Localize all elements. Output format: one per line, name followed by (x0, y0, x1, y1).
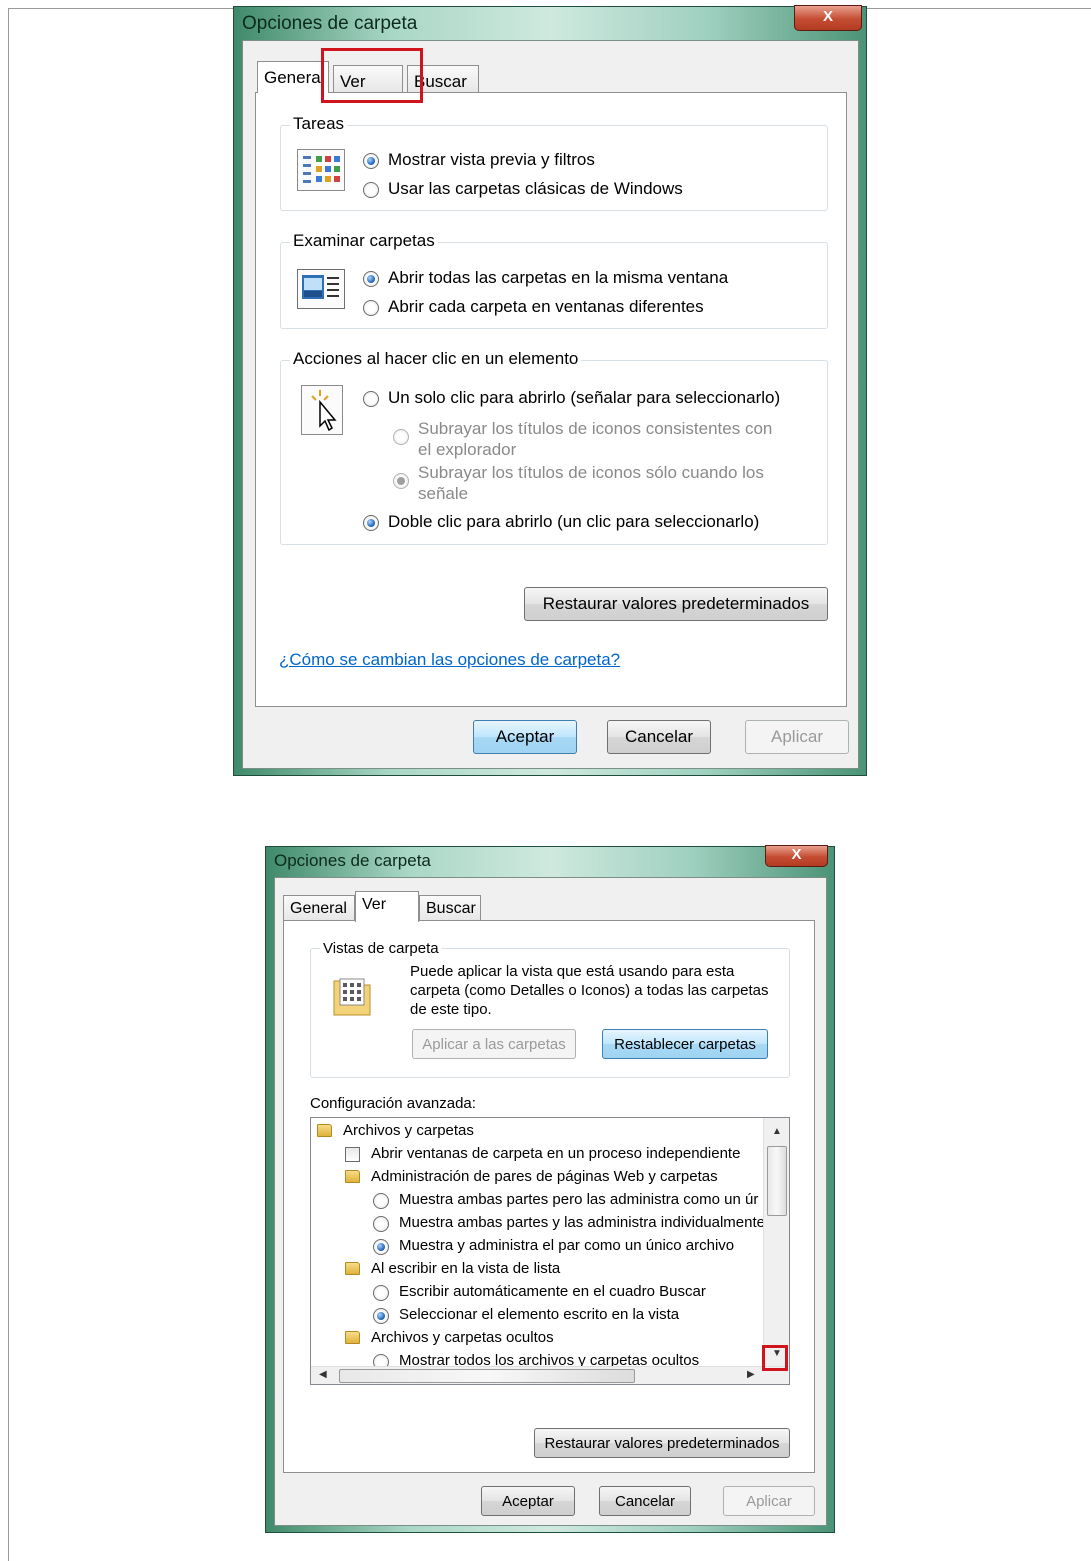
tree-item-label: Al escribir en la vista de lista (371, 1260, 561, 1277)
ok-button[interactable]: Aceptar (481, 1486, 575, 1516)
restore-defaults-button[interactable]: Restaurar valores predeterminados (524, 587, 828, 621)
tree-item[interactable]: Muestra ambas partes y las administra in… (311, 1212, 765, 1235)
folder-options-window-general: Opciones de carpeta X General Ver Buscar… (233, 5, 867, 776)
radio-show-preview[interactable] (363, 153, 379, 169)
tab-panel-ver: Vistas de carpeta Puede aplicar la vista… (283, 920, 815, 1473)
tab-buscar[interactable]: Buscar (419, 895, 481, 921)
restore-defaults-button[interactable]: Restaurar valores predeterminados (534, 1428, 790, 1458)
radio-classic-folders[interactable] (363, 182, 379, 198)
apply-button[interactable]: Aplicar (745, 720, 849, 754)
tab-panel-general: Tareas Mostrar vista previa y filtros Us… (255, 92, 847, 707)
radio-underline-always[interactable] (393, 429, 409, 445)
help-link[interactable]: ¿Cómo se cambian las opciones de carpeta… (279, 650, 620, 670)
setting-radio[interactable] (373, 1308, 389, 1324)
tree-item-label: Abrir ventanas de carpeta en un proceso … (371, 1145, 741, 1162)
folder-icon (317, 1124, 332, 1137)
tree-item[interactable]: Escribir automáticamente en el cuadro Bu… (311, 1281, 761, 1304)
browse-folders-icon (297, 269, 345, 309)
tab-general[interactable]: General (257, 61, 329, 93)
window-title: Opciones de carpeta (274, 851, 431, 870)
radio-new-window-label: Abrir cada carpeta en ventanas diferente… (388, 297, 704, 316)
radio-underline-hover[interactable] (393, 473, 409, 489)
radio-single-click[interactable] (363, 391, 379, 407)
vertical-scroll-thumb[interactable] (767, 1146, 787, 1216)
horizontal-scroll-thumb[interactable] (339, 1369, 635, 1383)
folder-icon (345, 1170, 360, 1183)
tasks-preview-icon (297, 149, 345, 191)
tree-item[interactable]: Al escribir en la vista de lista (311, 1258, 761, 1281)
setting-checkbox[interactable] (345, 1147, 360, 1162)
title-bar[interactable]: Opciones de carpeta X (234, 5, 866, 39)
setting-radio[interactable] (373, 1193, 389, 1209)
tree-item-label: Administración de pares de páginas Web y… (371, 1168, 718, 1185)
folder-options-window-ver: Opciones de carpeta X General Ver Buscar… (265, 845, 835, 1533)
dialog-client: General Ver Buscar Tareas Mostrar vista … (242, 40, 859, 769)
advanced-settings-tree[interactable]: Archivos y carpetas Abrir ventanas de car… (310, 1117, 790, 1385)
ok-button[interactable]: Aceptar (473, 720, 577, 754)
tree-item[interactable]: Archivos y carpetas ocultos (311, 1327, 761, 1350)
setting-radio[interactable] (373, 1285, 389, 1301)
radio-underline-hover-label-line1: Subrayar los títulos de iconos sólo cuan… (418, 463, 764, 482)
radio-underline-always-label-line1: Subrayar los títulos de iconos consisten… (418, 419, 773, 438)
tree-item[interactable]: Administración de pares de páginas Web y… (311, 1166, 761, 1189)
tree-item[interactable]: Seleccionar el elemento escrito en la vi… (311, 1304, 761, 1327)
scroll-right-arrow-icon[interactable]: ▶ (747, 1369, 755, 1380)
tree-item-label: Muestra y administra el par como un únic… (399, 1237, 735, 1254)
apply-button[interactable]: Aplicar (723, 1486, 815, 1516)
group-vistas-label: Vistas de carpeta (320, 940, 442, 957)
tab-ver[interactable]: Ver (355, 891, 419, 922)
vertical-scrollbar[interactable]: ▲ ▼ (763, 1118, 789, 1366)
scroll-up-arrow-icon[interactable]: ▲ (772, 1126, 782, 1137)
folder-icon (345, 1262, 360, 1275)
tree-item-label: Seleccionar el elemento escrito en la vi… (399, 1306, 680, 1323)
radio-underline-always-label-line2: el explorador (418, 440, 517, 459)
reset-folders-button[interactable]: Restablecer carpetas (602, 1029, 768, 1059)
vistas-description-line1: Puede aplicar la vista que está usando p… (410, 963, 735, 980)
close-button[interactable]: X (794, 5, 862, 31)
advanced-settings-label: Configuración avanzada: (310, 1095, 476, 1112)
highlight-ver-tab (321, 48, 423, 103)
group-acciones-label: Acciones al hacer clic en un elemento (290, 349, 582, 369)
vistas-description-line3: de este tipo. (410, 1001, 492, 1018)
radio-show-preview-label: Mostrar vista previa y filtros (388, 150, 595, 169)
tab-general[interactable]: General (283, 895, 355, 921)
tree-item-label: Archivos y carpetas ocultos (371, 1329, 554, 1346)
tree-item-label: Archivos y carpetas (343, 1122, 474, 1139)
radio-same-window-label: Abrir todas las carpetas en la misma ven… (388, 268, 729, 287)
tree-item-label: Muestra ambas partes pero las administra… (399, 1191, 759, 1208)
group-tareas-label: Tareas (290, 114, 348, 134)
tree-item[interactable]: Abrir ventanas de carpeta en un proceso … (311, 1143, 761, 1166)
folder-icon (345, 1331, 360, 1344)
cancel-button[interactable]: Cancelar (607, 720, 711, 754)
tree-item-label: Muestra ambas partes y las administra in… (399, 1214, 765, 1231)
click-action-icon (301, 385, 343, 435)
apply-to-folders-button[interactable]: Aplicar a las carpetas (412, 1029, 576, 1059)
title-bar[interactable]: Opciones de carpeta X (266, 845, 834, 879)
tree-item[interactable]: Muestra ambas partes pero las administra… (311, 1189, 761, 1212)
vistas-description-line2: carpeta (como Detalles o Iconos) a todas… (410, 982, 769, 999)
tree-item[interactable]: Muestra y administra el par como un únic… (311, 1235, 761, 1258)
tree-item-label: Escribir automáticamente en el cuadro Bu… (399, 1283, 706, 1300)
scroll-left-arrow-icon[interactable]: ◀ (319, 1369, 327, 1380)
highlight-scroll-down (762, 1345, 788, 1371)
tree-item[interactable]: Archivos y carpetas (311, 1120, 761, 1143)
cancel-button[interactable]: Cancelar (599, 1486, 691, 1516)
group-examinar-label: Examinar carpetas (290, 231, 438, 251)
radio-double-click[interactable] (363, 515, 379, 531)
radio-underline-hover-label-line2: señale (418, 484, 469, 503)
radio-double-click-label: Doble clic para abrirlo (un clic para se… (388, 512, 760, 531)
horizontal-scrollbar[interactable]: ◀ ▶ (311, 1366, 789, 1384)
dialog-client: General Ver Buscar Vistas de carpeta Pue… (274, 877, 827, 1526)
radio-same-window[interactable] (363, 271, 379, 287)
window-title: Opciones de carpeta (242, 13, 418, 34)
close-button[interactable]: X (765, 845, 828, 867)
radio-single-click-label: Un solo clic para abrirlo (señalar para … (388, 388, 781, 407)
setting-radio[interactable] (373, 1216, 389, 1232)
setting-radio[interactable] (373, 1239, 389, 1255)
folder-views-icon (330, 973, 374, 1019)
radio-new-window[interactable] (363, 300, 379, 316)
radio-classic-folders-label: Usar las carpetas clásicas de Windows (388, 179, 683, 198)
